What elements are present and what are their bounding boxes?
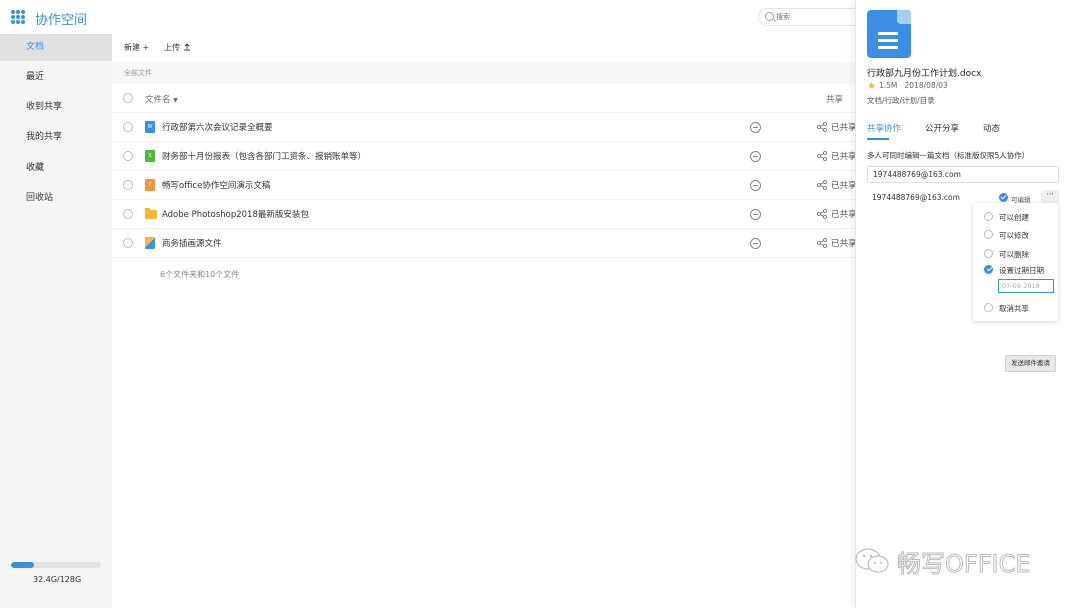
document-icon [867, 10, 911, 58]
app-title: 协作空间 [35, 13, 88, 28]
sidebar-item-received-shares[interactable]: 收到共享 [0, 94, 112, 121]
file-row[interactable]: P 畅写office协作空间演示文稿 已共享 [112, 171, 857, 200]
sidebar-item-docs[interactable]: 文档 [0, 34, 112, 61]
star-icon[interactable]: ★ [867, 81, 876, 92]
more-options-icon[interactable]: ··· [1041, 190, 1059, 204]
collaboration-note: 多人可同时编辑一篇文档（标准版仅限5人协作） [867, 151, 1030, 160]
share-status: 已共享 [831, 181, 857, 191]
option-radio[interactable] [984, 230, 993, 239]
file-size: 1.5M [878, 81, 898, 90]
file-meta: ★ 1.5M 2018/08/03 [867, 81, 948, 92]
row-checkbox[interactable] [123, 122, 133, 132]
select-all-checkbox[interactable] [123, 93, 133, 103]
share-icon [817, 151, 827, 161]
row-checkbox[interactable] [123, 151, 133, 161]
new-button[interactable]: 新建 + [124, 42, 149, 53]
toolbar: 新建 + 上传 [112, 34, 855, 62]
permission-dropdown: 可以创建 可以修改 可以删除 设置过期日期 07-09-2018 取消共享 [973, 203, 1058, 321]
member-email: 1974488769@163.com [872, 193, 960, 202]
file-date: 2018/08/03 [904, 81, 948, 90]
file-row[interactable]: X 财务部十月份报表（包含各部门工资条、报销账单等） 已共享 [112, 142, 857, 171]
folder-icon [145, 208, 157, 219]
wechat-logo-icon [855, 548, 889, 573]
row-checkbox[interactable] [123, 238, 133, 248]
sidebar-item-recent[interactable]: 最近 [0, 64, 112, 91]
file-row[interactable]: Adobe Photoshop2018最新版安装包 已共享 [112, 200, 857, 229]
row-checkbox[interactable] [123, 209, 133, 219]
column-header-name[interactable]: 文件名 ▼ [145, 93, 178, 105]
tab-activity[interactable]: 动态 [983, 122, 1000, 134]
sidebar-item-trash[interactable]: 回收站 [0, 185, 112, 212]
storage-progress-fill [11, 562, 34, 568]
remove-icon[interactable] [750, 180, 761, 191]
file-title: 行政部九月份工作计划.docx [867, 69, 982, 79]
file-row[interactable]: 商务插画源文件 已共享 [112, 229, 857, 258]
list-header: 文件名 ▼ 共享 [112, 84, 855, 113]
app-grid-icon[interactable] [11, 10, 25, 24]
ppt-file-icon: P [145, 179, 155, 191]
sidebar-item-my-shares[interactable]: 我的共享 [0, 124, 112, 151]
image-file-icon [145, 237, 155, 249]
email-field[interactable]: 1974488769@163.com [867, 166, 1059, 183]
active-tab-indicator [867, 138, 889, 140]
file-name[interactable]: Adobe Photoshop2018最新版安装包 [162, 208, 309, 220]
excel-file-icon: X [145, 150, 155, 162]
remove-icon[interactable] [750, 238, 761, 249]
file-path: 文档/行政/计划/目录 [867, 96, 935, 105]
word-file-icon: W [145, 121, 155, 133]
file-name[interactable]: 商务插画源文件 [162, 237, 222, 249]
search-box[interactable] [758, 8, 855, 26]
remove-icon[interactable] [750, 122, 761, 133]
sidebar-item-favorites[interactable]: 收藏 [0, 155, 112, 182]
file-name[interactable]: 畅写office协作空间演示文稿 [162, 179, 270, 191]
tab-collaboration[interactable]: 共享协作 [867, 122, 901, 134]
share-icon [817, 238, 827, 248]
file-row[interactable]: W 行政部第六次会议记录全概要 已共享 [112, 113, 857, 142]
share-status: 已共享 [831, 152, 857, 162]
watermark: 畅写OFFICE [853, 542, 1053, 579]
share-status: 已共享 [831, 210, 857, 220]
storage-usage-text: 32.4G/128G [33, 575, 82, 584]
send-email-invite-button[interactable]: 发送邮件邀请 [1005, 355, 1056, 372]
sort-arrow-icon: ▼ [173, 97, 178, 104]
file-name[interactable]: 行政部第六次会议记录全概要 [162, 121, 273, 133]
storage-progress-bar [11, 562, 101, 568]
option-radio[interactable] [984, 212, 993, 221]
share-icon [817, 180, 827, 190]
breadcrumb[interactable]: 全部文件 [112, 62, 855, 84]
option-radio-checked[interactable] [984, 265, 993, 274]
remove-icon[interactable] [750, 151, 761, 162]
tab-public-share[interactable]: 公开分享 [925, 122, 959, 134]
row-checkbox[interactable] [123, 180, 133, 190]
top-bar: 协作空间 [0, 0, 855, 34]
check-icon [999, 193, 1008, 202]
upload-button[interactable]: 上传 [164, 42, 191, 53]
option-radio[interactable] [984, 303, 993, 312]
upload-label: 上传 [164, 43, 180, 52]
search-icon [765, 12, 774, 21]
remove-icon[interactable] [750, 209, 761, 220]
expiry-date-input[interactable]: 07-09-2018 [998, 279, 1054, 293]
share-icon [817, 122, 827, 132]
search-input[interactable] [776, 10, 851, 24]
watermark-text: 畅写OFFICE [897, 550, 1031, 579]
file-list-area: 新建 + 上传 全部文件 文件名 ▼ 共享 W 行政部第六次会议记录全概要 已共… [112, 34, 857, 608]
item-count: 6个文件夹和10个文件 [160, 270, 240, 279]
option-radio[interactable] [984, 249, 993, 258]
upload-icon [183, 43, 190, 51]
file-name[interactable]: 财务部十月份报表（包含各部门工资条、报销账单等） [162, 150, 366, 162]
share-status: 已共享 [831, 123, 857, 133]
share-status: 已共享 [831, 239, 857, 249]
share-icon [817, 209, 827, 219]
column-header-share: 共享 [826, 95, 844, 105]
sidebar: 文档 最近 收到共享 我的共享 收藏 回收站 32.4G/128G [0, 34, 112, 608]
